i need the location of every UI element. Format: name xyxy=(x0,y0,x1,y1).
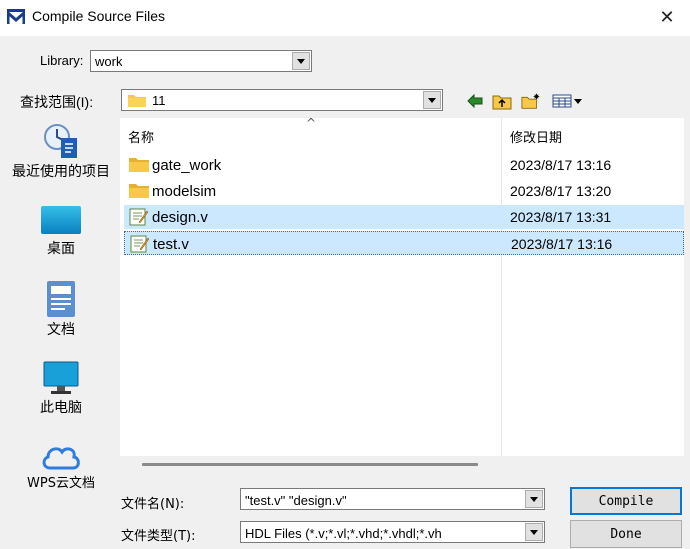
folder-icon xyxy=(128,95,146,107)
place-desktop[interactable]: 桌面 xyxy=(8,205,114,257)
lookin-label: 查找范围(I): xyxy=(20,94,94,110)
place-computer[interactable]: 此电脑 xyxy=(8,360,114,416)
sort-ascending-icon: ^ xyxy=(306,116,317,130)
column-header-date[interactable]: 修改日期 xyxy=(510,118,562,148)
computer-icon xyxy=(43,361,79,394)
recent-items-icon xyxy=(44,124,77,158)
file-date: 2023/8/17 13:31 xyxy=(510,209,612,225)
place-recent[interactable]: 最近使用的项目 xyxy=(8,122,114,180)
filetype-value: HDL Files (*.v;*.vl;*.vhd;*.vhdl;*.vh xyxy=(245,526,442,541)
file-row-modelsim[interactable]: modelsim 2023/8/17 13:20 xyxy=(124,179,684,203)
folder-icon xyxy=(129,184,149,198)
file-name: design.v xyxy=(152,209,208,226)
up-folder-icon[interactable] xyxy=(492,92,512,110)
chevron-down-icon[interactable] xyxy=(292,52,310,70)
horizontal-scrollbar[interactable] xyxy=(142,463,478,466)
view-menu-icon[interactable] xyxy=(551,92,585,110)
window-title: Compile Source Files xyxy=(32,8,166,24)
place-desktop-label: 桌面 xyxy=(47,241,75,257)
title-bar: Compile Source Files ✕ xyxy=(0,0,690,36)
folder-icon xyxy=(129,158,149,172)
desktop-icon xyxy=(41,206,81,234)
filetype-label: 文件类型(T): xyxy=(121,529,196,544)
compile-button[interactable]: Compile xyxy=(570,487,682,515)
chevron-down-icon[interactable] xyxy=(423,91,441,109)
library-value: work xyxy=(95,54,123,69)
place-wps-label: WPS云文档 xyxy=(27,476,95,491)
close-button[interactable]: ✕ xyxy=(644,0,690,34)
text-file-icon xyxy=(129,208,149,226)
file-name: test.v xyxy=(153,236,189,253)
file-date: 2023/8/17 13:16 xyxy=(510,157,612,173)
filetype-select[interactable]: HDL Files (*.v;*.vl;*.vhd;*.vhdl;*.vh xyxy=(240,521,545,543)
filename-value: "test.v" "design.v" xyxy=(245,493,347,508)
file-row-test-v[interactable]: test.v 2023/8/17 13:16 xyxy=(124,231,684,255)
lookin-value: 11 xyxy=(152,93,166,108)
chevron-down-icon[interactable] xyxy=(525,523,543,541)
file-row-design-v[interactable]: design.v 2023/8/17 13:31 xyxy=(124,205,684,229)
place-documents-label: 文档 xyxy=(47,322,75,338)
file-list[interactable]: 名称 ^ 修改日期 gate_work 2023/8/17 13:16 mode… xyxy=(120,116,684,456)
back-arrow-icon[interactable] xyxy=(465,92,485,110)
library-select[interactable]: work xyxy=(90,50,312,72)
place-wps[interactable]: WPS云文档 xyxy=(8,440,114,492)
cloud-icon xyxy=(42,447,80,470)
file-date: 2023/8/17 13:16 xyxy=(511,236,613,252)
documents-icon xyxy=(47,281,75,317)
lookin-select[interactable]: 11 xyxy=(121,89,443,111)
chevron-down-icon[interactable] xyxy=(525,490,543,508)
filename-label: 文件名(N): xyxy=(121,497,185,512)
filename-input[interactable]: "test.v" "design.v" xyxy=(240,488,545,510)
modelsim-logo-icon xyxy=(7,9,25,24)
file-date: 2023/8/17 13:20 xyxy=(510,183,612,199)
place-recent-label: 最近使用的项目 xyxy=(12,164,110,180)
file-name: modelsim xyxy=(152,183,217,200)
file-row-gate-work[interactable]: gate_work 2023/8/17 13:16 xyxy=(124,153,684,177)
column-header-name[interactable]: 名称 xyxy=(128,118,154,148)
new-folder-icon[interactable] xyxy=(521,92,541,110)
file-name: gate_work xyxy=(152,157,222,174)
library-label: Library: xyxy=(40,53,84,68)
done-button[interactable]: Done xyxy=(570,520,682,548)
place-documents[interactable]: 文档 xyxy=(8,280,114,338)
place-computer-label: 此电脑 xyxy=(40,400,82,416)
text-file-icon xyxy=(130,235,150,253)
